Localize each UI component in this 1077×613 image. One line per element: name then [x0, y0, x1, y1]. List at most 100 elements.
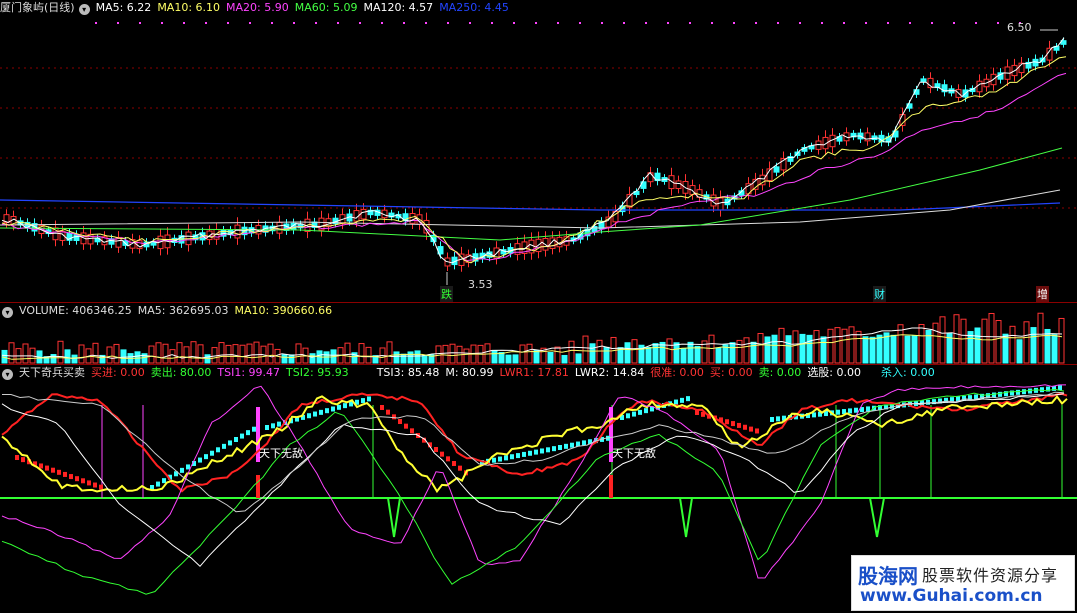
histogram-block: [380, 405, 384, 410]
histogram-block: [686, 396, 690, 402]
signal-dot: [425, 22, 427, 24]
volume-bar: [687, 341, 694, 364]
volume-bar: [743, 337, 750, 364]
histogram-block: [204, 454, 208, 460]
histogram-block: [540, 448, 544, 454]
signal-dot: [535, 22, 537, 24]
volume-bar: [113, 343, 120, 364]
volume-bar: [869, 336, 876, 364]
volume-bar: [764, 336, 771, 364]
volume-bar: [246, 343, 253, 364]
volume-value: VOLUME: 406346.25: [19, 304, 132, 317]
volume-bar: [414, 350, 421, 364]
volume-bar: [547, 351, 554, 364]
signal-dot: [513, 22, 515, 24]
volume-bar: [134, 351, 141, 364]
volume-bar: [232, 344, 239, 364]
volume-bar: [771, 334, 778, 364]
histogram-block: [731, 421, 735, 427]
volume-bar: [239, 344, 246, 364]
histogram-block: [446, 456, 450, 462]
volume-panel[interactable]: ▾ VOLUME: 406346.25 MA5: 362695.03 MA10: 39…: [0, 302, 1077, 365]
histogram-block: [198, 457, 202, 463]
stock-title: 厦门象屿(日线): [0, 1, 75, 14]
signal-dot: [733, 22, 735, 24]
histogram-block: [398, 419, 402, 424]
histogram-block: [1058, 385, 1062, 391]
volume-bar: [386, 341, 393, 364]
histogram-block: [81, 478, 85, 484]
candle: [675, 180, 682, 190]
volume-bar: [631, 339, 638, 364]
price-panel[interactable]: 厦门象屿(日线) ▾ MA5: 6.22 MA10: 6.10 MA20: 5.90 MA…: [0, 0, 1077, 302]
volume-bar: [92, 342, 99, 364]
volume-bar: [645, 346, 652, 364]
volume-bar: [435, 345, 442, 364]
signal-dot: [271, 22, 273, 24]
histogram-block: [534, 449, 538, 455]
signal-dot: [491, 22, 493, 24]
histogram-block: [210, 450, 214, 456]
signal-dot: [711, 22, 713, 24]
signal-dot: [887, 22, 889, 24]
signal-label-2: 天下无敌: [612, 447, 656, 460]
volume-header: ▾ VOLUME: 406346.25 MA5: 362695.03 MA10: 39…: [0, 303, 338, 319]
histogram-block: [522, 451, 526, 457]
histogram-block: [325, 408, 329, 414]
price-chart[interactable]: [0, 0, 1077, 302]
histogram-block: [57, 469, 61, 475]
histogram-block: [528, 450, 532, 456]
volume-ma5: MA5: 362695.03: [137, 304, 229, 317]
high-price-label: 6.50: [1007, 21, 1032, 34]
signal-dot: [293, 22, 295, 24]
volume-bar: [267, 343, 274, 364]
histogram-block: [638, 409, 642, 415]
volume-bar: [890, 334, 897, 364]
sell-spike: [387, 497, 401, 538]
histogram-block: [632, 411, 636, 417]
lwr1-line: [1, 392, 1068, 493]
volume-bar: [519, 344, 526, 364]
signal-dot: [975, 22, 977, 24]
volume-bar: [582, 335, 589, 364]
histogram-block: [313, 411, 317, 417]
signal-dot: [205, 22, 207, 24]
volume-bar: [197, 344, 204, 364]
histogram-block: [228, 440, 232, 446]
volume-bar: [974, 327, 981, 364]
volume-bar: [554, 346, 561, 364]
volume-bar: [253, 341, 260, 364]
chevron-down-icon[interactable]: ▾: [2, 369, 13, 380]
ind-sell: 卖出: 80.00: [150, 366, 212, 379]
volume-bar: [169, 349, 176, 364]
volume-bar: [757, 332, 764, 364]
signal-dot: [931, 22, 933, 24]
volume-bar: [190, 341, 197, 364]
histogram-block: [440, 451, 444, 457]
ind-mai2: 卖: 0.00: [758, 366, 802, 379]
histogram-block: [180, 467, 184, 473]
histogram-block: [99, 484, 103, 490]
volume-bar: [806, 334, 813, 364]
chevron-down-icon[interactable]: ▾: [2, 307, 13, 318]
signal-dot: [117, 22, 119, 24]
indicator-panel[interactable]: ▾ 天下奇兵买卖 买进: 0.00 卖出: 80.00 TSI1: 99.47 TSI2:…: [0, 364, 1077, 613]
volume-bar: [1037, 312, 1044, 364]
volume-bar: [421, 355, 428, 364]
histogram-block: [1016, 389, 1020, 395]
histogram-block: [848, 408, 852, 414]
histogram-block: [15, 455, 19, 460]
ind-lwr1: LWR1: 17.81: [499, 366, 569, 379]
volume-bar: [512, 354, 519, 364]
signal-dot: [579, 22, 581, 24]
volume-bar: [813, 330, 820, 364]
candle: [717, 197, 724, 211]
chevron-down-icon[interactable]: ▾: [78, 4, 90, 15]
volume-bar: [22, 343, 29, 364]
histogram-block: [836, 409, 840, 415]
ind-tsi2: TSI2: 95.93: [286, 366, 349, 379]
histogram-block: [743, 424, 747, 430]
candle: [773, 166, 780, 173]
candle: [276, 221, 283, 234]
histogram-block: [51, 467, 55, 473]
